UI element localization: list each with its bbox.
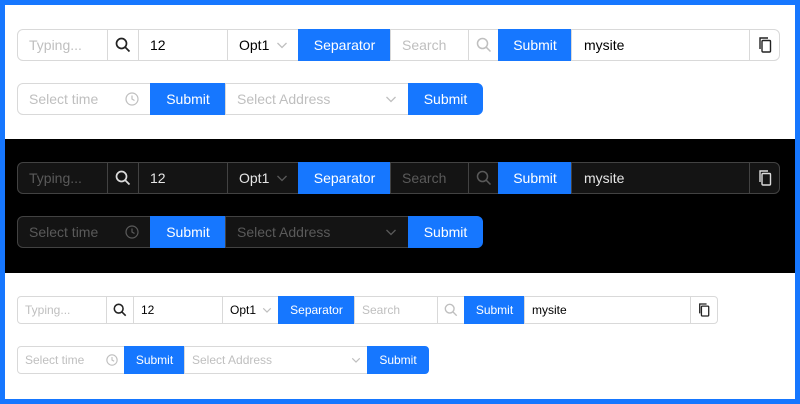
- search-submit-button[interactable]: Submit: [498, 29, 572, 61]
- search-button[interactable]: [107, 162, 139, 194]
- search-button[interactable]: [106, 296, 134, 324]
- typing-input[interactable]: Typing...: [17, 162, 108, 194]
- search-input[interactable]: Search: [390, 29, 469, 61]
- copy-button[interactable]: [690, 296, 718, 324]
- search-input-placeholder: Search: [402, 170, 447, 186]
- copy-icon: [758, 37, 772, 53]
- separator-button[interactable]: Separator: [298, 162, 391, 194]
- site-input[interactable]: mysite: [524, 296, 691, 324]
- copy-button[interactable]: [749, 162, 780, 194]
- number-input-value: 12: [150, 170, 166, 186]
- time-picker-placeholder: Select time: [25, 353, 85, 367]
- search-input[interactable]: Search: [390, 162, 469, 194]
- compact-group-row-1: Typing... 12 Opt1 Separator Search Submi…: [17, 162, 795, 194]
- address-submit-button[interactable]: Submit: [367, 346, 429, 374]
- compact-group-row-2: Select time Submit Select Address Submit: [17, 83, 795, 115]
- search-icon: [115, 170, 131, 186]
- separator-button[interactable]: Separator: [298, 29, 391, 61]
- compact-group-row-2: Select time Submit Select Address Submit: [17, 216, 795, 248]
- address-select-placeholder: Select Address: [192, 353, 273, 367]
- chevron-down-icon: [262, 305, 272, 315]
- compact-group-row-1: Typing... 12 Opt1 Separator Search Submi…: [17, 296, 795, 324]
- search-input-icon-button[interactable]: [468, 162, 499, 194]
- option-select[interactable]: Opt1: [222, 296, 279, 324]
- compact-group-row-2: Select time Submit Select Address Submit: [17, 346, 795, 374]
- search-input[interactable]: Search: [354, 296, 438, 324]
- site-input-value: mysite: [584, 170, 625, 186]
- search-icon: [444, 303, 458, 317]
- search-button[interactable]: [107, 29, 139, 61]
- number-input[interactable]: 12: [133, 296, 223, 324]
- address-submit-button[interactable]: Submit: [408, 216, 483, 248]
- copy-button[interactable]: [749, 29, 780, 61]
- option-select[interactable]: Opt1: [227, 29, 299, 61]
- number-input-value: 12: [141, 303, 155, 317]
- search-icon: [113, 303, 127, 317]
- search-input-placeholder: Search: [402, 37, 447, 53]
- time-picker-placeholder: Select time: [29, 91, 99, 107]
- address-submit-button[interactable]: Submit: [408, 83, 483, 115]
- search-input-icon-button[interactable]: [437, 296, 465, 324]
- search-submit-button[interactable]: Submit: [498, 162, 572, 194]
- time-picker[interactable]: Select time: [17, 346, 125, 374]
- option-select-value: Opt1: [230, 303, 257, 317]
- chevron-down-icon: [351, 355, 361, 365]
- option-select-value: Opt1: [239, 170, 270, 186]
- address-select[interactable]: Select Address: [184, 346, 368, 374]
- number-input-value: 12: [150, 37, 166, 53]
- time-submit-button[interactable]: Submit: [124, 346, 185, 374]
- typing-input-placeholder: Typing...: [25, 303, 71, 317]
- address-select[interactable]: Select Address: [225, 216, 409, 248]
- search-input-placeholder: Search: [362, 303, 401, 317]
- address-select-placeholder: Select Address: [237, 224, 331, 240]
- compact-group-row-1: Typing... 12 Opt1 Separator Search Submi…: [17, 29, 795, 61]
- typing-input[interactable]: Typing...: [17, 296, 107, 324]
- search-icon: [476, 37, 492, 53]
- dark-theme-section: Typing... 12 Opt1 Separator Search Submi…: [5, 139, 795, 273]
- address-select-placeholder: Select Address: [237, 91, 331, 107]
- typing-input-placeholder: Typing...: [29, 37, 82, 53]
- number-input[interactable]: 12: [138, 29, 228, 61]
- address-select[interactable]: Select Address: [225, 83, 409, 115]
- time-submit-button[interactable]: Submit: [150, 83, 226, 115]
- option-select[interactable]: Opt1: [227, 162, 299, 194]
- site-input-value: mysite: [532, 303, 567, 317]
- search-submit-button[interactable]: Submit: [464, 296, 525, 324]
- search-icon: [115, 37, 131, 53]
- time-picker-placeholder: Select time: [29, 224, 99, 240]
- typing-input-placeholder: Typing...: [29, 170, 82, 186]
- separator-button[interactable]: Separator: [278, 296, 355, 324]
- option-select-value: Opt1: [239, 37, 270, 53]
- chevron-down-icon: [385, 93, 397, 105]
- clock-icon: [125, 225, 139, 239]
- copy-icon: [698, 303, 710, 317]
- small-size-section: Typing... 12 Opt1 Separator Search Submi…: [5, 273, 795, 399]
- chevron-down-icon: [276, 172, 288, 184]
- chevron-down-icon: [276, 39, 288, 51]
- search-icon: [476, 170, 492, 186]
- copy-icon: [758, 170, 772, 186]
- time-picker[interactable]: Select time: [17, 216, 151, 248]
- clock-icon: [106, 354, 118, 366]
- search-input-icon-button[interactable]: [468, 29, 499, 61]
- site-input-value: mysite: [584, 37, 625, 53]
- site-input[interactable]: mysite: [571, 162, 750, 194]
- number-input[interactable]: 12: [138, 162, 228, 194]
- typing-input[interactable]: Typing...: [17, 29, 108, 61]
- light-theme-section: Typing... 12 Opt1 Separator Search Submi…: [5, 5, 795, 139]
- clock-icon: [125, 92, 139, 106]
- chevron-down-icon: [385, 226, 397, 238]
- time-submit-button[interactable]: Submit: [150, 216, 226, 248]
- time-picker[interactable]: Select time: [17, 83, 151, 115]
- site-input[interactable]: mysite: [571, 29, 750, 61]
